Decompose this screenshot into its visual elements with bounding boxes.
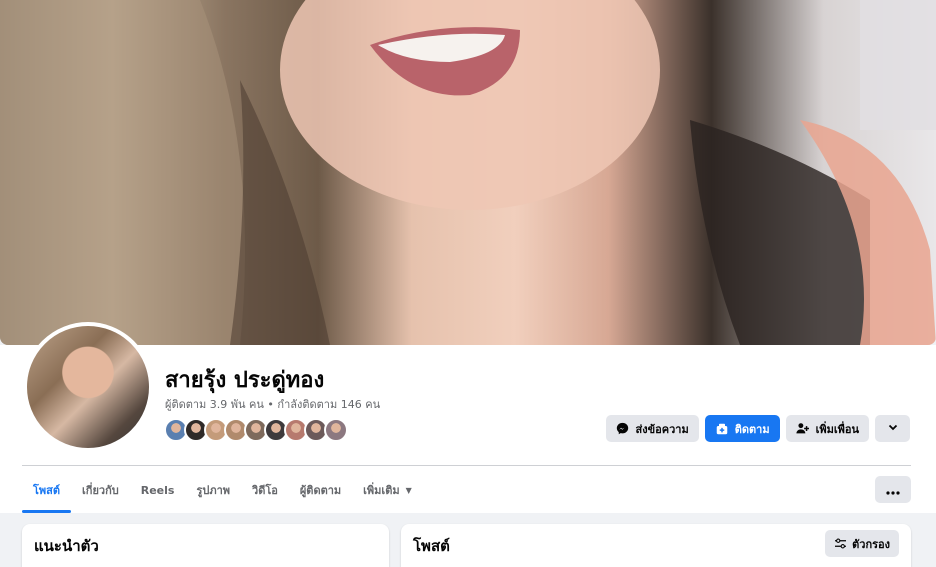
caret-down-icon: ▼: [405, 485, 412, 495]
intro-title: แนะนำตัว: [34, 537, 99, 555]
profile-page: สายรุ้ง ประดู่ทอง ผู้ติดตาม 3.9 พัน คน •…: [0, 0, 936, 567]
follow-button-label: ติดตาม: [734, 422, 770, 436]
tab-videos[interactable]: วิดีโอ: [241, 467, 289, 513]
tab-label: วิดีโอ: [252, 484, 278, 497]
profile-actions: ส่งข้อความ ติดตาม เพิ่มเพื่อน: [605, 415, 910, 442]
tab-posts[interactable]: โพสต์: [22, 467, 72, 513]
tab-photos[interactable]: รูปภาพ: [185, 467, 241, 513]
tab-about[interactable]: เกี่ยวกับ: [71, 467, 130, 513]
messenger-icon: [616, 422, 630, 436]
profile-tabs: โพสต์ เกี่ยวกับ Reels รูปภาพ วิดีโอ ผู้ต…: [22, 467, 423, 513]
follower-stats[interactable]: ผู้ติดตาม 3.9 พัน คน • กำลังติดตาม 146 ค…: [165, 395, 380, 413]
tab-label: เพิ่มเติม: [363, 484, 400, 497]
tab-label: เกี่ยวกับ: [82, 484, 119, 497]
profile-avatar[interactable]: [23, 322, 153, 452]
filter-button[interactable]: ตัวกรอง: [825, 530, 899, 557]
tab-followers[interactable]: ผู้ติดตาม: [289, 467, 352, 513]
message-button-label: ส่งข้อความ: [635, 422, 689, 436]
filter-icon: [834, 538, 847, 549]
tab-label: รูปภาพ: [196, 484, 231, 497]
more-actions-button[interactable]: [875, 415, 910, 442]
chevron-down-icon: [887, 421, 899, 436]
header-divider: [22, 465, 911, 466]
filter-button-label: ตัวกรอง: [852, 537, 890, 551]
friend-avatar-stack[interactable]: [164, 418, 348, 442]
friend-avatar[interactable]: [324, 418, 348, 442]
tab-label: ผู้ติดตาม: [299, 484, 342, 497]
cover-photo-art: [0, 0, 936, 345]
tab-overflow-button[interactable]: [875, 476, 911, 503]
tab-more[interactable]: เพิ่มเติม ▼: [352, 467, 423, 513]
tab-label: โพสต์: [33, 484, 61, 497]
follow-icon: [715, 422, 729, 436]
posts-title: โพสต์: [413, 537, 450, 555]
intro-card: แนะนำตัว: [22, 524, 389, 567]
tab-reels[interactable]: Reels: [130, 467, 186, 513]
add-friend-button-label: เพิ่มเพื่อน: [815, 422, 859, 436]
follow-button[interactable]: ติดตาม: [704, 415, 780, 442]
message-button[interactable]: ส่งข้อความ: [605, 415, 699, 442]
add-friend-button[interactable]: เพิ่มเพื่อน: [785, 415, 869, 442]
profile-name: สายรุ้ง ประดู่ทอง: [165, 368, 325, 393]
tab-label: Reels: [140, 483, 175, 497]
ellipsis-icon: [886, 480, 900, 499]
posts-card: โพสต์ ตัวกรอง: [401, 524, 911, 567]
cover-photo[interactable]: [0, 0, 936, 345]
add-friend-icon: [796, 422, 810, 436]
